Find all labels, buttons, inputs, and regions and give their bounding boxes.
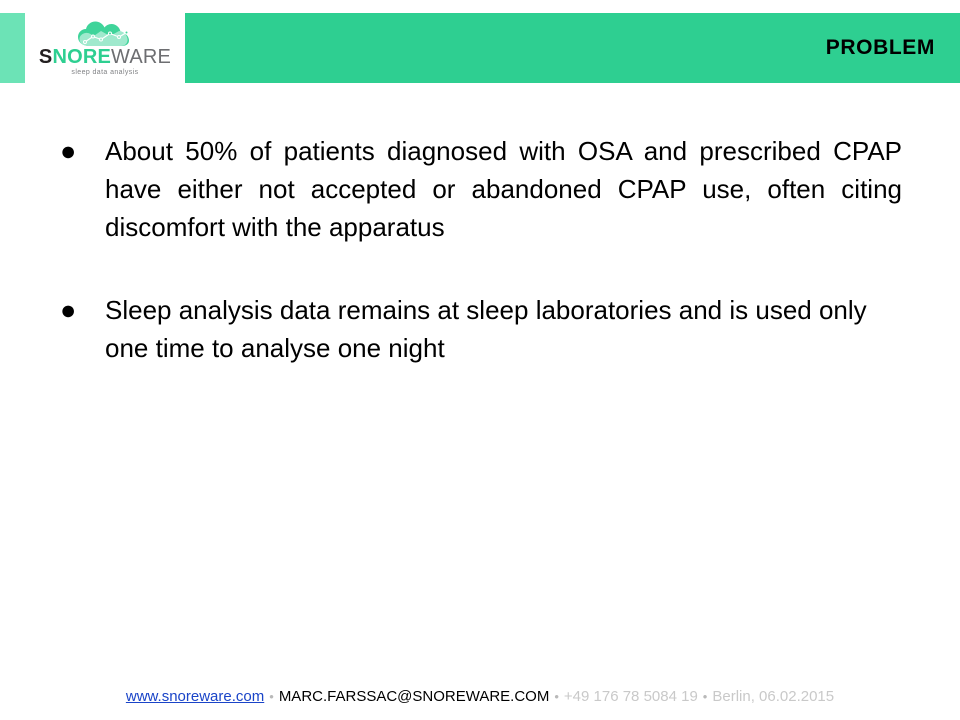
logo-wordmark-part-1: S	[38, 46, 53, 68]
header-accent-strip	[0, 13, 25, 83]
logo-wordmark: SNOREWARE	[39, 47, 171, 67]
cloud-chart-icon	[78, 21, 129, 46]
list-item: ● About 50% of patients diagnosed with O…	[0, 132, 960, 246]
footer-separator-icon: •	[269, 689, 274, 704]
slide-header-band: SNOREWARE sleep data analysis PROBLEM	[0, 13, 960, 83]
footer-separator-icon: •	[554, 689, 559, 704]
website-link[interactable]: www.snoreware.com	[126, 688, 264, 705]
logo-wordmark-part-3: WARE	[111, 46, 172, 68]
page-title: PROBLEM	[825, 36, 935, 59]
logo-tagline: sleep data analysis	[71, 69, 139, 76]
bullet-text: About 50% of patients diagnosed with OSA…	[105, 136, 902, 242]
bullet-point-icon: ●	[60, 295, 77, 325]
list-item: ● Sleep analysis data remains at sleep l…	[0, 291, 960, 367]
place-and-date: Berlin, 06.02.2015	[712, 688, 835, 705]
footer-separator-icon: •	[702, 689, 708, 704]
slide-content: ● About 50% of patients diagnosed with O…	[0, 132, 960, 367]
slide-footer: www.snoreware.com • MARC.FARSSAC@SNOREWARE…	[0, 688, 960, 706]
logo[interactable]: SNOREWARE sleep data analysis	[25, 13, 185, 83]
contact-phone: +49 176 78 5084 19	[563, 688, 698, 705]
bullet-point-icon: ●	[60, 136, 77, 166]
logo-wordmark-part-2: NORE	[52, 46, 112, 68]
bullet-text: Sleep analysis data remains at sleep lab…	[105, 295, 867, 363]
contact-email: MARC.FARSSAC@SNOREWARE.COM	[278, 688, 550, 705]
